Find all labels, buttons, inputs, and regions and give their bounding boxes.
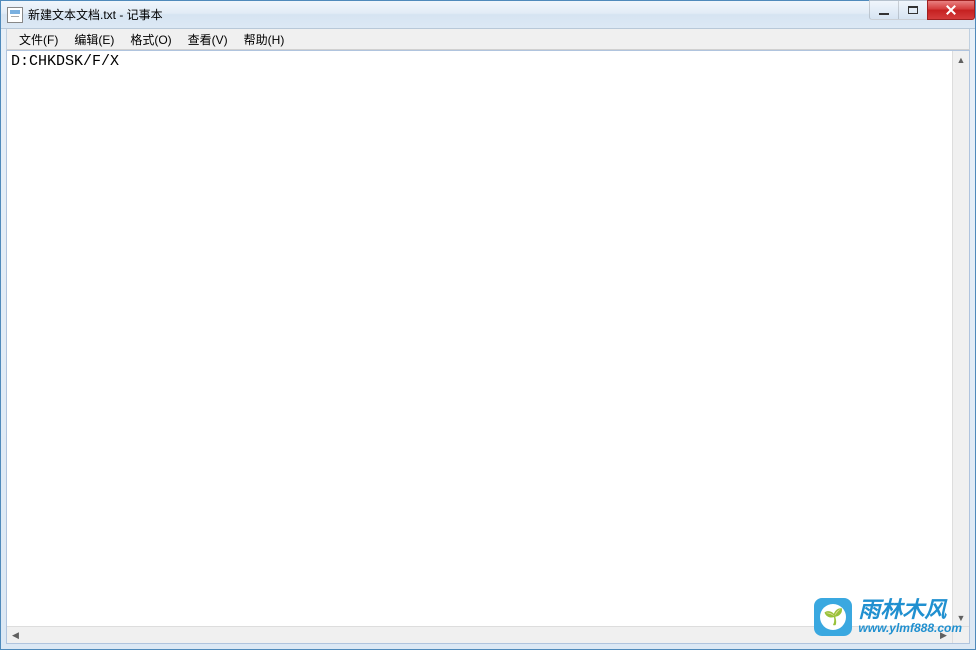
maximize-icon: [908, 6, 918, 14]
text-editor[interactable]: D:CHKDSK/F/X: [7, 51, 952, 626]
close-button[interactable]: [927, 0, 975, 20]
scroll-right-icon[interactable]: ▶: [935, 627, 952, 644]
menu-format[interactable]: 格式(O): [122, 29, 179, 50]
notepad-icon: [7, 7, 23, 23]
scroll-left-icon[interactable]: ◀: [7, 627, 24, 644]
menu-view[interactable]: 查看(V): [180, 29, 236, 50]
close-icon: [945, 4, 957, 16]
content-area: D:CHKDSK/F/X ▲ ▼ ◀ ▶: [6, 50, 970, 644]
window-controls: [870, 0, 975, 20]
scroll-corner: [952, 626, 969, 643]
application-window: 新建文本文档.txt - 记事本 文件(F) 编辑(E) 格式(O) 查看(V)…: [0, 0, 976, 650]
minimize-button[interactable]: [869, 0, 899, 20]
vertical-scrollbar[interactable]: ▲ ▼: [952, 51, 969, 626]
minimize-icon: [879, 12, 889, 15]
scroll-down-icon[interactable]: ▼: [953, 609, 969, 626]
scroll-up-icon[interactable]: ▲: [953, 51, 969, 68]
scroll-track-vertical[interactable]: [953, 68, 969, 609]
horizontal-scrollbar[interactable]: ◀ ▶: [7, 626, 952, 643]
scroll-track-horizontal[interactable]: [24, 627, 935, 643]
titlebar[interactable]: 新建文本文档.txt - 记事本: [1, 1, 975, 29]
menu-edit[interactable]: 编辑(E): [66, 29, 122, 50]
maximize-button[interactable]: [898, 0, 928, 20]
window-title: 新建文本文档.txt - 记事本: [28, 6, 975, 23]
menu-file[interactable]: 文件(F): [11, 29, 66, 50]
menu-help[interactable]: 帮助(H): [236, 29, 293, 50]
menubar: 文件(F) 编辑(E) 格式(O) 查看(V) 帮助(H): [6, 29, 970, 50]
